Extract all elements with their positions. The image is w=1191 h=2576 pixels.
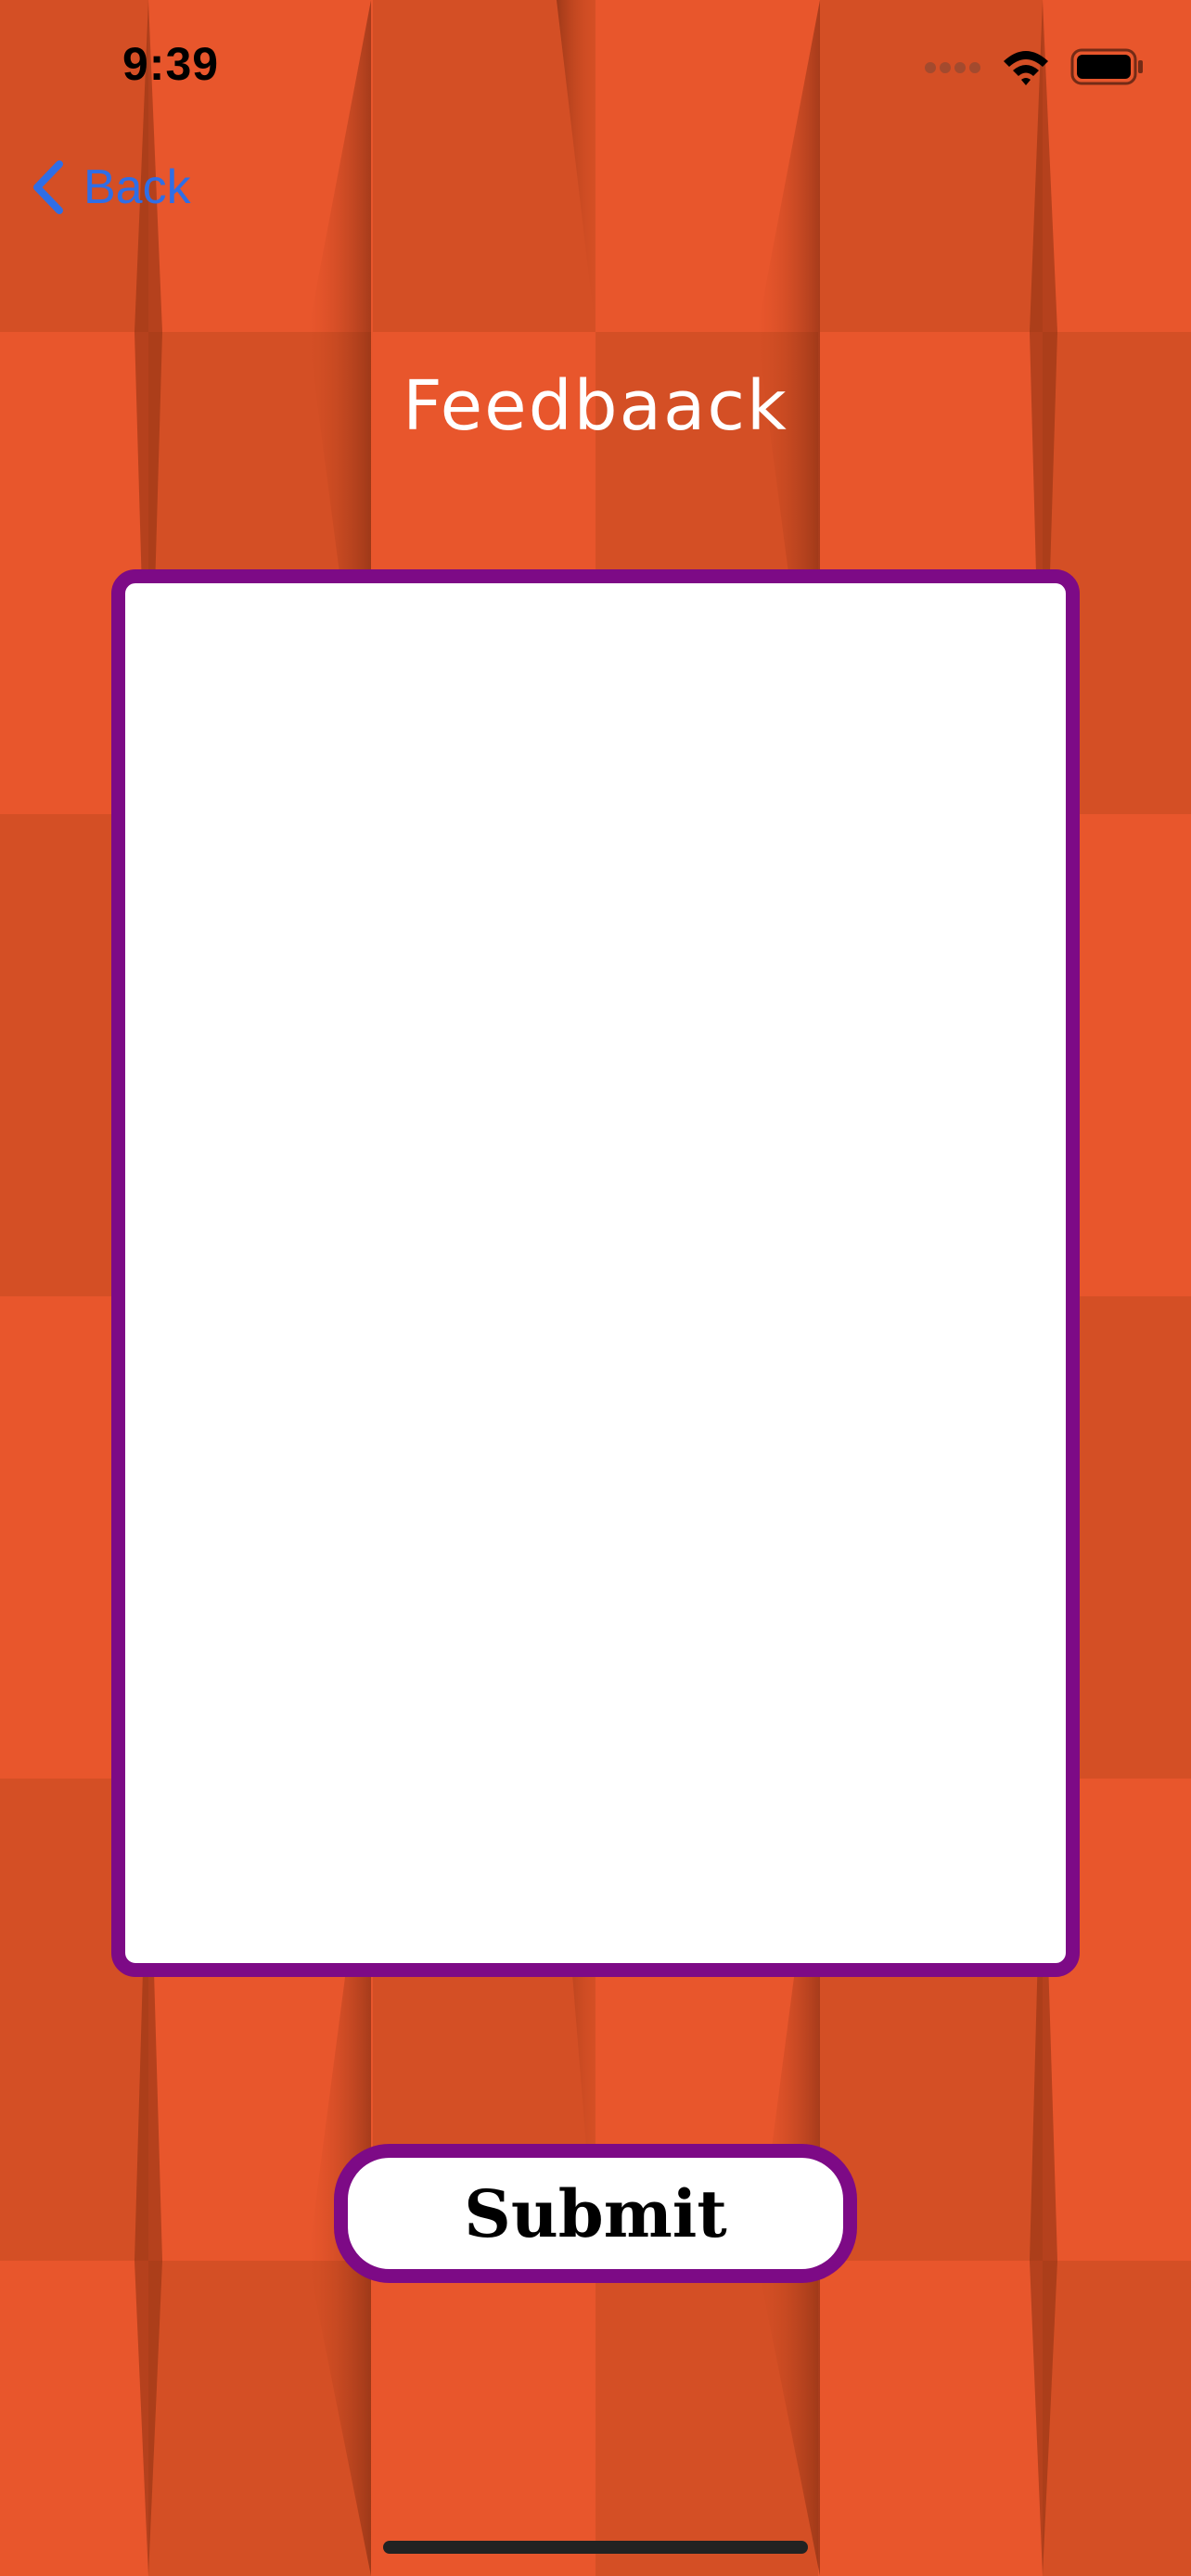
back-button[interactable]: Back (32, 159, 191, 215)
status-bar: 9:39 (0, 0, 1191, 130)
status-icons (924, 48, 1145, 89)
page-title: Feedbaack (403, 366, 788, 446)
battery-icon (1070, 48, 1145, 89)
back-label: Back (83, 160, 191, 214)
wifi-icon (1002, 48, 1050, 89)
home-indicator (383, 2541, 808, 2554)
cellular-signal-icon (924, 60, 981, 78)
feedback-input[interactable] (125, 583, 1066, 1963)
submit-button[interactable]: Submit (334, 2144, 857, 2283)
status-time: 9:39 (122, 38, 220, 90)
feedback-text-area[interactable] (111, 569, 1080, 1977)
chevron-left-icon (32, 160, 63, 214)
